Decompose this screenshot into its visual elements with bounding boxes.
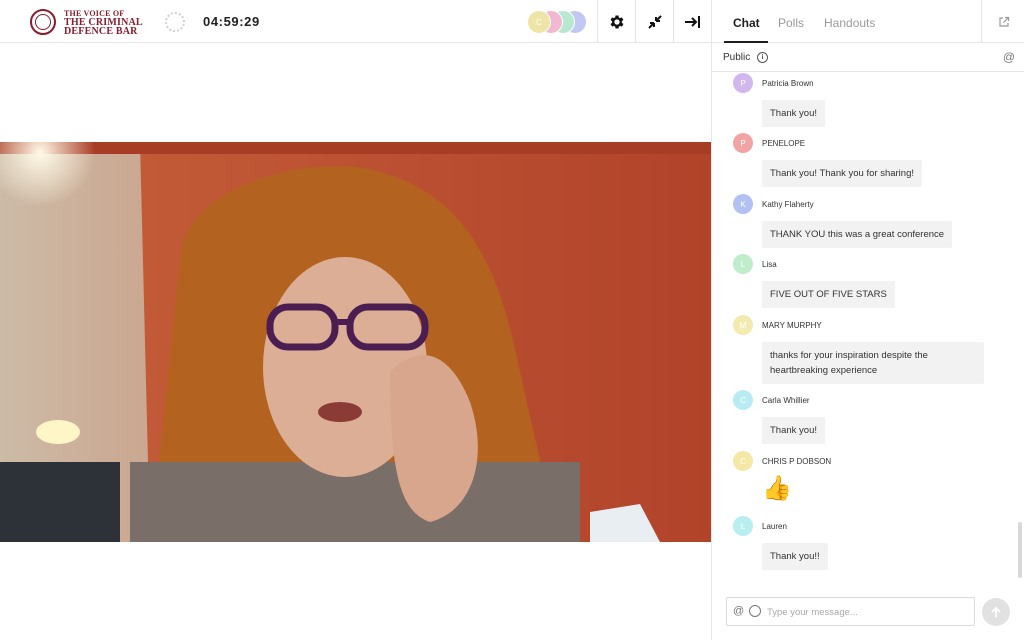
sender-name: Lisa: [762, 260, 777, 269]
collapse-panel-button[interactable]: [673, 0, 711, 43]
chat-channel-bar: Public i @: [712, 43, 1024, 72]
session-timer: 04:59:29: [203, 14, 260, 29]
sender-name: Carla Whillier: [762, 396, 810, 405]
chat-message-list[interactable]: P Patricia Brown Thank you! P PENELOPE T…: [712, 72, 1024, 582]
speaker-video-frame: [0, 142, 711, 542]
avatar-initial: C: [740, 456, 746, 466]
avatar: C: [733, 390, 753, 410]
avatar: L: [733, 516, 753, 536]
panel-tabs: Chat Polls Handouts: [712, 0, 1024, 43]
message-text: Thank you!: [762, 100, 825, 127]
mention-icon[interactable]: @: [1003, 50, 1015, 64]
popout-button[interactable]: [981, 0, 1024, 43]
top-bar: THE VOICE OF THE CRIMINAL DEFENCE BAR 04…: [0, 0, 711, 43]
info-icon[interactable]: i: [757, 52, 768, 63]
arrow-to-right-icon: [684, 15, 700, 28]
participant-avatar-initial: C: [536, 17, 542, 27]
minimize-icon: [647, 14, 662, 29]
avatar: C: [733, 451, 753, 471]
tab-chat[interactable]: Chat: [733, 16, 760, 30]
thumbs-up-emoji: 👍: [762, 475, 792, 502]
sender-name: Patricia Brown: [762, 79, 814, 88]
sender-name: Kathy Flaherty: [762, 200, 814, 209]
avatar-initial: P: [740, 138, 746, 148]
participant-avatars[interactable]: C: [527, 10, 589, 34]
tab-polls[interactable]: Polls: [778, 16, 804, 30]
avatar: K: [733, 194, 753, 214]
settings-button[interactable]: [597, 0, 635, 43]
avatar: P: [733, 133, 753, 153]
message-text: FIVE OUT OF FIVE STARS: [762, 281, 895, 308]
avatar: M: [733, 315, 753, 335]
side-panel: Chat Polls Handouts Public i @ P Patrici…: [711, 0, 1024, 640]
logo-seal-icon: [30, 9, 56, 35]
message-text: Thank you!: [762, 417, 825, 444]
avatar: L: [733, 254, 753, 274]
logo-text: THE VOICE OF THE CRIMINAL DEFENCE BAR: [64, 9, 143, 37]
chat-scrollbar[interactable]: [1018, 522, 1022, 578]
message-text: THANK YOU this was a great conference: [762, 221, 953, 248]
logo-line-3: DEFENCE BAR: [64, 25, 138, 37]
organization-logo: THE VOICE OF THE CRIMINAL DEFENCE BAR: [30, 9, 143, 37]
video-stage: [0, 43, 711, 640]
tab-handouts[interactable]: Handouts: [824, 16, 875, 30]
message-text: thanks for your inspiration despite the …: [762, 342, 984, 384]
sender-name: Lauren: [762, 522, 787, 531]
message-text: Thank you! Thank you for sharing!: [762, 160, 922, 187]
message-composer: @: [726, 597, 975, 626]
avatar-initial: P: [740, 78, 746, 88]
avatar: P: [733, 73, 753, 93]
gear-icon: [610, 14, 623, 29]
loading-spinner-icon: [165, 12, 185, 32]
speaker-video[interactable]: [0, 142, 711, 542]
sender-name: PENELOPE: [762, 139, 806, 148]
avatar-initial: K: [740, 199, 746, 209]
sender-name: MARY MURPHY: [762, 321, 822, 330]
webinar-app: THE VOICE OF THE CRIMINAL DEFENCE BAR 04…: [0, 0, 1024, 640]
participant-avatar[interactable]: C: [527, 10, 551, 34]
message-input[interactable]: [767, 603, 967, 621]
emoji-icon[interactable]: [749, 605, 761, 617]
avatar-initial: M: [739, 320, 747, 330]
mention-icon[interactable]: @: [733, 605, 744, 617]
message-text: Thank you!!: [762, 543, 828, 570]
exit-fullscreen-button[interactable]: [635, 0, 673, 43]
sender-name: CHRIS P DOBSON: [762, 457, 832, 466]
send-button[interactable]: [982, 598, 1010, 626]
channel-label[interactable]: Public: [723, 52, 750, 63]
arrow-up-icon: [991, 606, 1001, 617]
avatar-initial: L: [740, 521, 746, 531]
external-link-icon: [998, 16, 1009, 27]
avatar-initial: L: [740, 259, 746, 269]
avatar-initial: C: [740, 395, 746, 405]
